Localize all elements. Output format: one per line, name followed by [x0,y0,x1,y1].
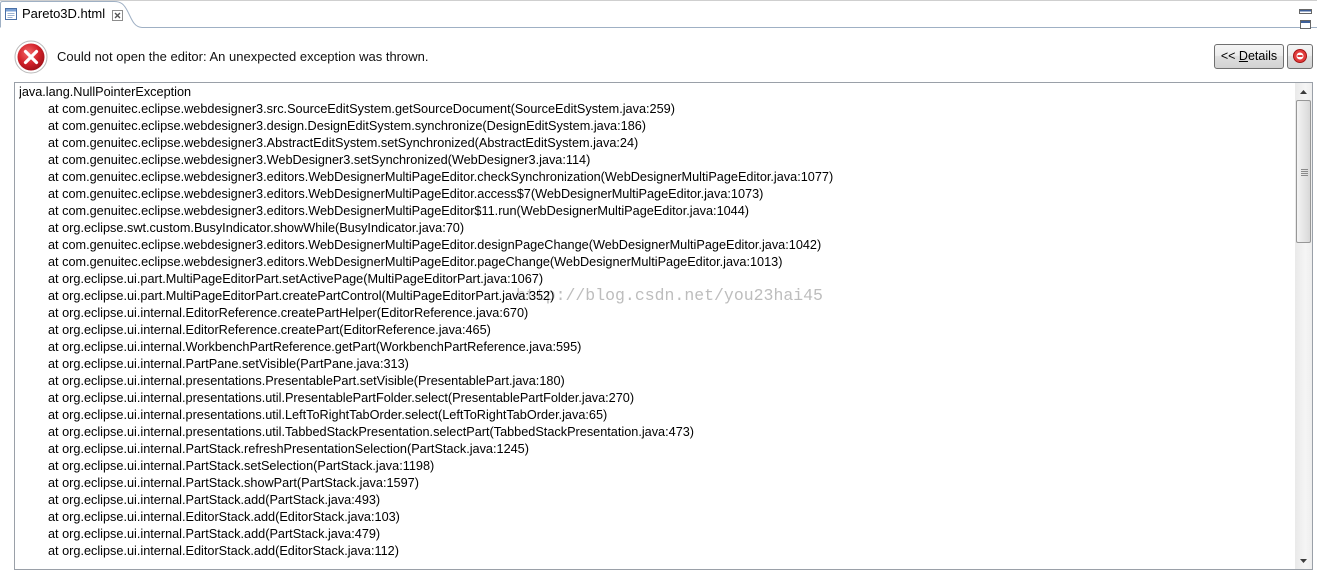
scroll-down-arrow-icon [1300,559,1307,563]
stack-trace-line: at org.eclipse.ui.internal.presentations… [48,425,695,439]
stack-trace-line: at com.genuitec.eclipse.webdesigner3.edi… [48,170,834,184]
minimize-icon[interactable] [1298,3,1314,14]
stack-trace-line: at org.eclipse.ui.internal.PartStack.add… [48,527,381,541]
stack-trace-line: at org.eclipse.ui.internal.PartStack.ref… [48,442,529,456]
stack-trace-line: at org.eclipse.ui.internal.EditorReferen… [48,323,491,337]
details-button-label: << Details [1220,49,1278,63]
stack-trace-line: at org.eclipse.ui.internal.WorkbenchPart… [48,340,582,354]
scroll-up-button[interactable] [1295,83,1312,100]
scrollbar-grip-icon [1301,169,1308,176]
stack-trace-line: at org.eclipse.swt.custom.BusyIndicator.… [48,221,465,235]
stack-trace-line: at org.eclipse.ui.internal.EditorReferen… [48,306,529,320]
stack-trace-line: at org.eclipse.ui.internal.presentations… [48,391,635,405]
scroll-up-arrow-icon [1300,90,1307,94]
details-button[interactable]: << Details [1214,44,1284,69]
stack-trace-line: at org.eclipse.ui.internal.PartStack.add… [48,493,381,507]
maximize-icon[interactable] [1298,17,1314,29]
tab-bar-background [0,0,1317,28]
stack-trace-text[interactable]: http://blog.csdn.net/you23hai45 java.lan… [14,82,1313,570]
error-log-icon [1293,49,1307,63]
exception-line: java.lang.NullPointerException [19,85,192,99]
stack-trace-lines: java.lang.NullPointerException at com.ge… [19,84,1294,560]
stack-trace-line: at com.genuitec.eclipse.webdesigner3.edi… [48,187,764,201]
editor-tab[interactable]: Pareto3D.html [0,1,140,27]
stack-trace-line: at com.genuitec.eclipse.webdesigner3.des… [48,119,647,133]
stack-trace-line: at com.genuitec.eclipse.webdesigner3.edi… [48,204,750,218]
stack-trace-line: at org.eclipse.ui.internal.PartStack.sho… [48,476,419,490]
stack-trace-line: at com.genuitec.eclipse.webdesigner3.Web… [48,153,591,167]
vertical-scrollbar[interactable] [1295,83,1312,569]
editor-tab-bar: Pareto3D.html [0,0,1317,29]
stack-trace-line: at org.eclipse.ui.internal.EditorStack.a… [48,544,399,558]
error-icon [14,40,48,74]
stack-trace-line: at org.eclipse.ui.internal.EditorStack.a… [48,510,400,524]
html-file-icon [4,7,18,21]
stack-trace-line: at org.eclipse.ui.part.MultiPageEditorPa… [48,289,555,303]
tab-title: Pareto3D.html [22,6,106,21]
stack-trace-line: at com.genuitec.eclipse.webdesigner3.Abs… [48,136,639,150]
stack-trace-line: at org.eclipse.ui.internal.PartStack.set… [48,459,435,473]
stack-trace-line: at org.eclipse.ui.internal.presentations… [48,408,608,422]
error-message: Could not open the editor: An unexpected… [57,49,429,64]
stack-trace-line: at org.eclipse.ui.internal.presentations… [48,374,565,388]
scroll-down-button[interactable] [1295,552,1312,569]
stack-trace-line: at com.genuitec.eclipse.webdesigner3.src… [48,102,675,116]
stack-trace-line: at org.eclipse.ui.internal.PartPane.setV… [48,357,409,371]
close-icon[interactable] [112,9,124,21]
stack-trace-line: at org.eclipse.ui.part.MultiPageEditorPa… [48,272,544,286]
error-log-button[interactable] [1287,44,1313,69]
stack-trace-line: at com.genuitec.eclipse.webdesigner3.edi… [48,255,783,269]
stack-trace-line: at com.genuitec.eclipse.webdesigner3.edi… [48,238,822,252]
scrollbar-thumb[interactable] [1296,100,1311,243]
